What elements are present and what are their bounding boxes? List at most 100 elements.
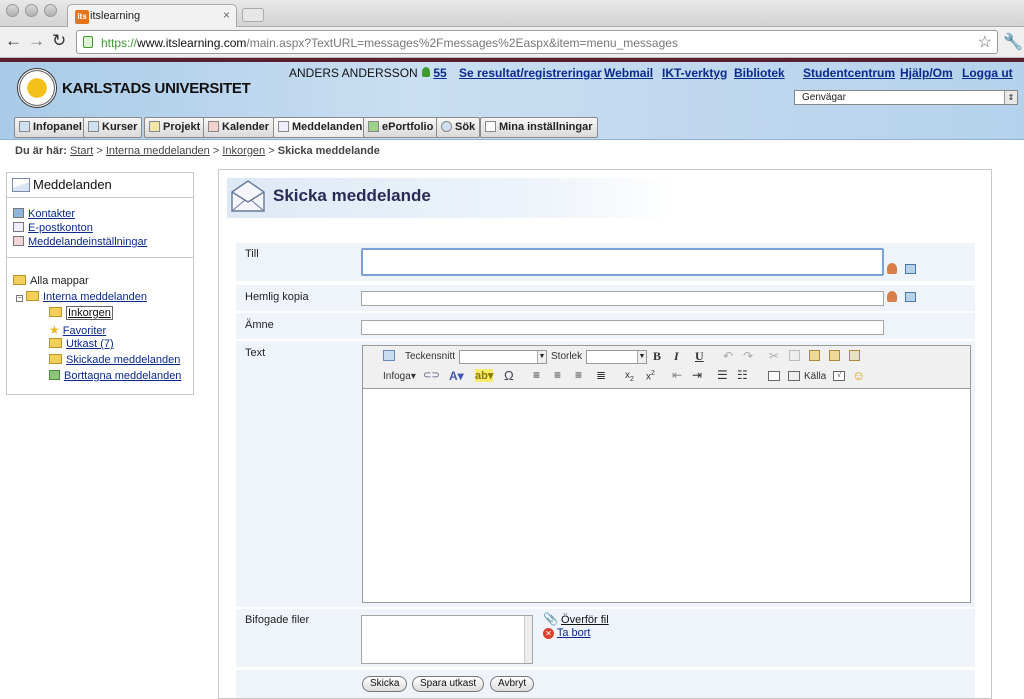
logout-link[interactable]: Logga ut: [962, 66, 1013, 80]
add-bcc-person-icon[interactable]: [887, 291, 897, 305]
italic-icon[interactable]: I: [674, 349, 679, 364]
paste-icon[interactable]: [809, 350, 820, 361]
font-color-icon[interactable]: A▾: [449, 369, 464, 383]
add-recipient-person-icon[interactable]: [887, 263, 897, 277]
tab-projects[interactable]: Projekt: [144, 117, 206, 138]
tab-courses[interactable]: Kurser: [83, 117, 143, 138]
ikt-tools-link[interactable]: IKT-verktyg: [662, 66, 727, 80]
bookmark-star-icon[interactable]: ☆: [978, 32, 992, 52]
attachments-list[interactable]: [361, 615, 533, 664]
tab-search[interactable]: Sök: [436, 117, 481, 138]
collapse-icon[interactable]: −: [16, 295, 23, 302]
attachments-scrollbar[interactable]: [524, 616, 532, 663]
justify-icon[interactable]: ≣: [596, 368, 606, 382]
redo-icon[interactable]: ↷: [743, 349, 753, 363]
tab-infopanel[interactable]: Infopanel: [14, 117, 87, 138]
new-tab-button[interactable]: [242, 8, 264, 22]
paste-text-icon[interactable]: [829, 350, 840, 361]
math-icon[interactable]: √: [833, 371, 845, 381]
drafts-folder-icon: [49, 338, 62, 348]
results-link[interactable]: Se resultat/registreringar: [459, 66, 602, 80]
breadcrumb-inbox[interactable]: Inkorgen: [222, 145, 265, 157]
bold-icon[interactable]: B: [653, 349, 661, 364]
shortcuts-select[interactable]: Genvägar ⇕: [794, 90, 1018, 105]
numbered-list-icon[interactable]: ☰: [717, 368, 728, 382]
library-link[interactable]: Bibliotek: [734, 66, 785, 80]
sidebar-item-drafts[interactable]: Utkast (7): [49, 338, 114, 350]
sidebar-item-all-folders[interactable]: Alla mappar: [13, 275, 89, 287]
page-title: Skicka meddelande: [273, 186, 431, 205]
back-icon[interactable]: ←: [5, 31, 22, 51]
browser-tab[interactable]: its itslearning ×: [67, 4, 237, 28]
send-button[interactable]: Skicka: [362, 676, 408, 692]
breadcrumb-start[interactable]: Start: [70, 145, 93, 157]
to-field[interactable]: [361, 248, 884, 276]
online-users-link[interactable]: 55: [422, 66, 447, 80]
special-char-icon[interactable]: Ω: [504, 368, 514, 383]
outdent-icon[interactable]: ⇤: [672, 368, 682, 382]
upload-file-link[interactable]: 📎 Överför fil: [543, 612, 609, 626]
online-users-icon: [422, 67, 430, 77]
link-icon[interactable]: ⊂⊃: [423, 370, 440, 381]
indent-icon[interactable]: ⇥: [692, 368, 702, 382]
subscript-icon[interactable]: x2: [625, 370, 634, 383]
smiley-icon[interactable]: ☺: [852, 368, 865, 383]
remove-icon: ✕: [543, 628, 554, 639]
sidebar-item-email-accounts[interactable]: E-postkonton: [13, 222, 93, 234]
student-center-link[interactable]: Studentcentrum: [803, 66, 895, 80]
align-left-icon[interactable]: ≡: [533, 368, 540, 382]
font-select[interactable]: ▼: [459, 350, 547, 364]
address-bar[interactable]: https://www.itslearning.com/main.aspx?Te…: [76, 30, 998, 54]
underline-icon[interactable]: U: [695, 349, 704, 364]
sidebar-item-inbox[interactable]: Inkorgen: [49, 306, 113, 320]
save-draft-button[interactable]: Spara utkast: [412, 676, 485, 692]
undo-icon[interactable]: ↶: [723, 349, 733, 363]
size-select[interactable]: ▼: [586, 350, 647, 364]
copy-icon[interactable]: [789, 350, 800, 361]
paperclip-icon: 📎: [543, 612, 558, 626]
align-right-icon[interactable]: ≡: [575, 368, 582, 382]
sidebar-item-contacts[interactable]: Kontakter: [13, 208, 75, 220]
insert-menu[interactable]: Infoga▾: [383, 371, 416, 382]
bcc-address-book-icon[interactable]: [905, 292, 916, 305]
cut-icon[interactable]: ✂: [769, 349, 779, 363]
help-link[interactable]: Hjälp/Om: [900, 66, 953, 80]
university-name: KARLSTADS UNIVERSITET: [62, 80, 251, 97]
tab-calendar[interactable]: Kalender: [203, 117, 275, 138]
forward-icon[interactable]: →: [28, 31, 45, 51]
editor-toolbar: Teckensnitt ▼ Storlek ▼ B I U ↶ ↷ ✂ Info…: [363, 346, 970, 389]
webmail-link[interactable]: Webmail: [604, 66, 653, 80]
source-label[interactable]: Källa: [804, 371, 826, 382]
source-icon[interactable]: [788, 371, 800, 381]
sidebar-item-deleted[interactable]: Borttagna meddelanden: [49, 370, 181, 382]
cancel-button[interactable]: Avbryt: [490, 676, 535, 692]
tab-messages[interactable]: Meddelanden: [273, 117, 368, 138]
close-window-icon[interactable]: [6, 4, 19, 17]
tab-eportfolio[interactable]: ePortfolio: [363, 117, 439, 138]
chevron-down-icon: ▼: [637, 351, 646, 363]
zoom-window-icon[interactable]: [44, 4, 57, 17]
bullet-list-icon[interactable]: ☷: [737, 368, 748, 382]
remove-file-link[interactable]: ✕ Ta bort: [543, 627, 591, 639]
sidebar-item-message-settings[interactable]: Meddelandeinställningar: [13, 236, 147, 248]
tab-my-settings[interactable]: Mina inställningar: [480, 117, 598, 138]
reload-icon[interactable]: ↻: [52, 31, 66, 51]
superscript-icon[interactable]: x2: [646, 370, 655, 382]
sidebar-item-internal-messages[interactable]: − Interna meddelanden: [16, 291, 147, 303]
breadcrumb-internal-messages[interactable]: Interna meddelanden: [106, 145, 210, 157]
subject-field[interactable]: [361, 320, 884, 335]
sidebar-item-sent[interactable]: Skickade meddelanden: [49, 354, 180, 366]
close-tab-icon[interactable]: ×: [223, 8, 230, 22]
bcc-field[interactable]: [361, 291, 884, 306]
highlight-color-icon[interactable]: ab▾: [475, 369, 494, 382]
table-icon[interactable]: [768, 371, 780, 381]
wrench-icon[interactable]: 🔧: [1003, 32, 1023, 52]
editor-body[interactable]: [363, 390, 970, 602]
sent-folder-icon: [49, 354, 62, 364]
align-center-icon[interactable]: ≡: [554, 368, 561, 382]
address-book-icon[interactable]: [905, 264, 916, 277]
paste-word-icon[interactable]: [849, 350, 860, 361]
minimize-window-icon[interactable]: [25, 4, 38, 17]
sidebar-item-favorites[interactable]: ★ Favoriter: [49, 323, 106, 337]
settings-checklist-icon: [13, 236, 24, 246]
